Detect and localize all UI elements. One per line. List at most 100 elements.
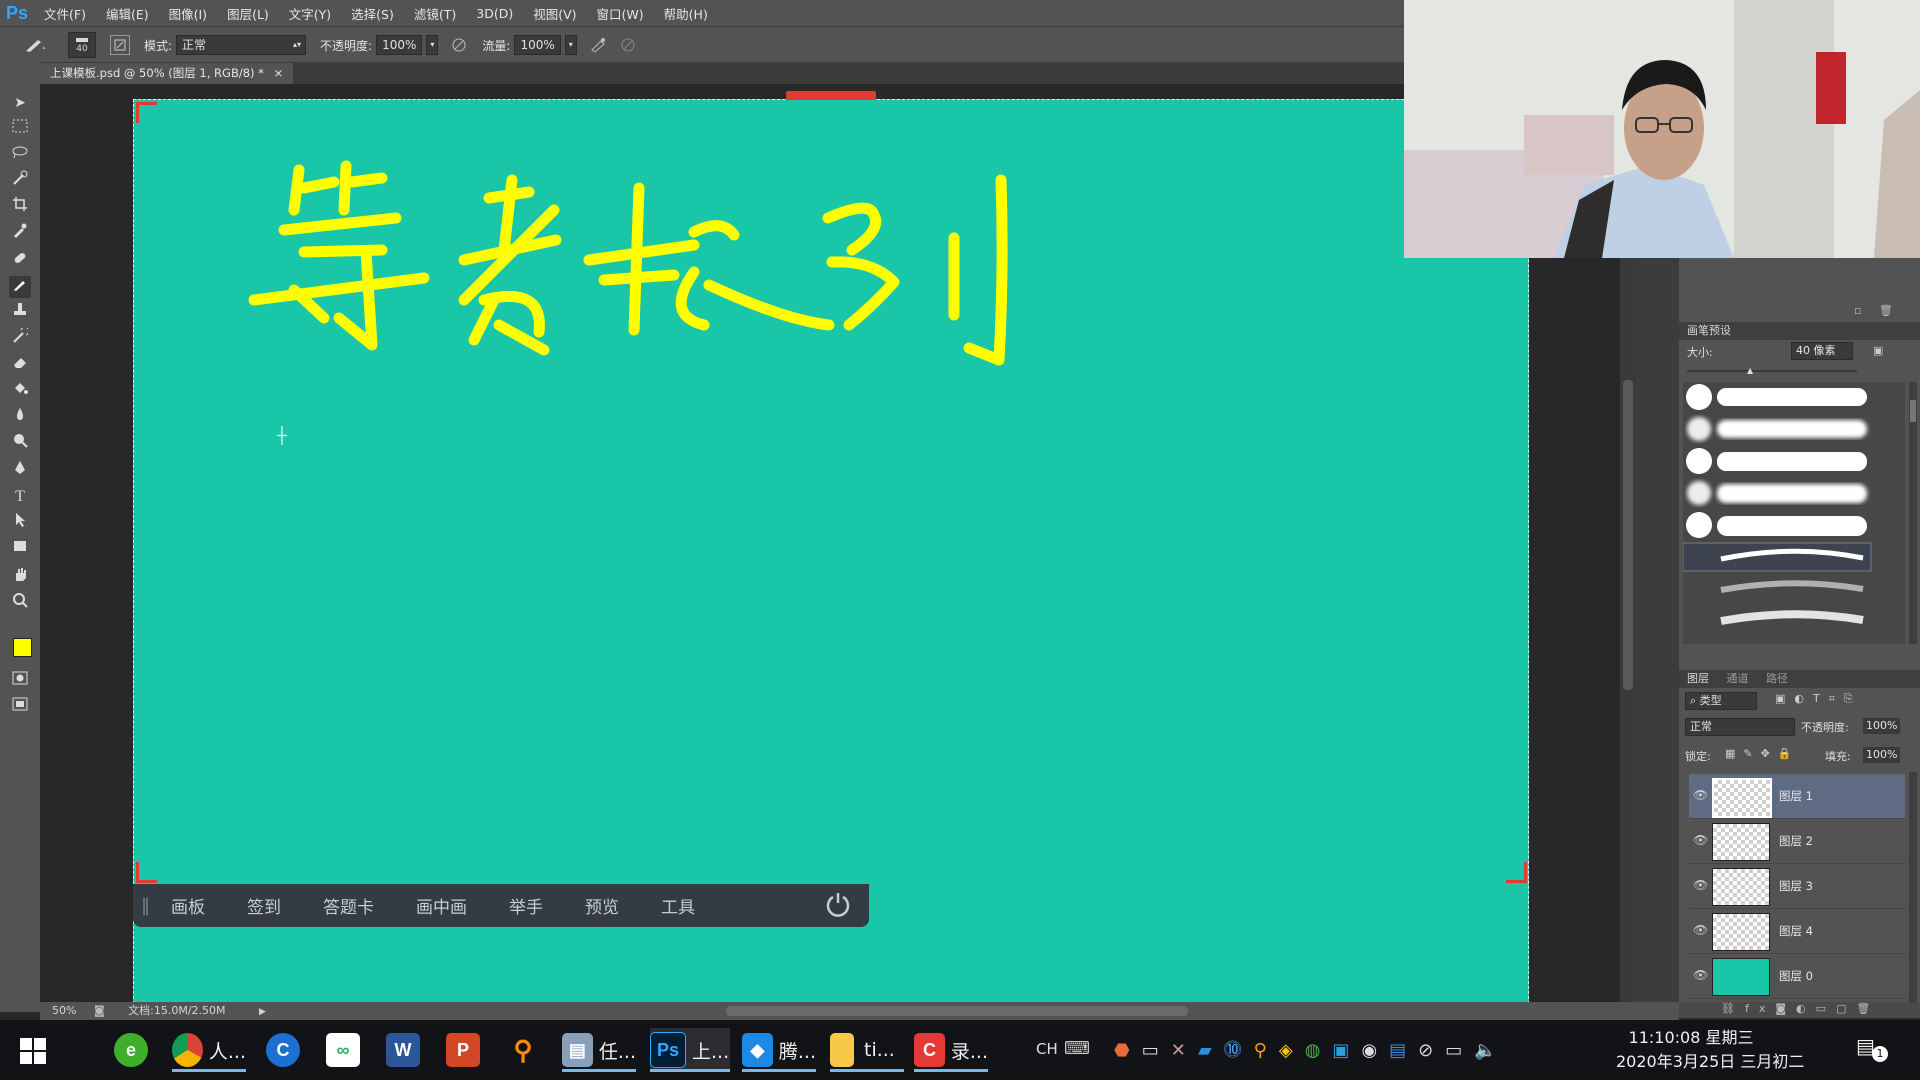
taskbar-app-folder[interactable]: ti... — [830, 1028, 904, 1072]
crop-tool-icon[interactable] — [9, 196, 31, 218]
clone-stamp-tool-icon[interactable] — [9, 302, 31, 324]
menu-filter[interactable]: 滤镜(T) — [404, 4, 466, 23]
brush-size-input[interactable]: 40 像素 — [1791, 342, 1853, 360]
tray-app-icon[interactable]: ◈ — [1279, 1040, 1305, 1061]
layer-blend-mode-select[interactable]: 正常 — [1685, 718, 1795, 736]
taskbar-app-task[interactable]: ▤ 任... — [562, 1028, 636, 1072]
new-preset-icon[interactable]: ▫ — [1854, 304, 1861, 317]
opacity-input[interactable]: 100% — [376, 35, 423, 55]
vertical-scroll-thumb[interactable] — [1623, 380, 1633, 690]
lesson-tool-preview[interactable]: 预览 — [585, 893, 619, 918]
zoom-level[interactable]: 50% — [52, 1004, 76, 1017]
move-tool-icon[interactable]: ➤ — [9, 92, 31, 114]
tab-paths[interactable]: 路径 — [1766, 672, 1788, 685]
quick-mask-icon[interactable] — [9, 670, 31, 692]
eraser-tool-icon[interactable] — [9, 354, 31, 376]
canvas-drag-handle[interactable] — [786, 91, 876, 100]
input-method-indicator[interactable]: CH — [1036, 1040, 1058, 1058]
paint-bucket-tool-icon[interactable] — [9, 380, 31, 402]
menu-3d[interactable]: 3D(D) — [466, 6, 523, 21]
trash-icon[interactable]: 🗑 — [1879, 304, 1893, 317]
layer-kind-filter[interactable]: ⌕ 类型 — [1685, 692, 1757, 710]
brush-size-picker[interactable]: 40 — [68, 32, 96, 58]
eye-icon[interactable]: 👁 — [1693, 788, 1708, 802]
layer-row[interactable]: 👁 图层 2 — [1689, 819, 1905, 864]
opacity-dropdown-icon[interactable]: ▾ — [426, 35, 439, 55]
pressure-size-icon[interactable] — [619, 36, 637, 54]
canvas[interactable]: ┼ — [133, 99, 1529, 1004]
brush-list-scrollbar[interactable] — [1909, 382, 1917, 644]
menu-help[interactable]: 帮助(H) — [654, 4, 718, 23]
screen-mode-icon[interactable] — [9, 696, 31, 718]
flow-dropdown-icon[interactable]: ▾ — [564, 35, 577, 55]
path-selection-tool-icon[interactable] — [9, 512, 31, 534]
history-brush-tool-icon[interactable] — [9, 326, 31, 350]
taskbar-app-2[interactable]: C — [266, 1028, 300, 1072]
taskbar-app-recorder[interactable]: C 录... — [914, 1028, 988, 1072]
tab-layers[interactable]: 图层 — [1687, 672, 1709, 685]
document-tab[interactable]: 上课模板.psd @ 50% (图层 1, RGB/8) * × — [40, 63, 294, 84]
taskbar-app-photoshop[interactable]: Ps 上... — [650, 1028, 730, 1072]
drag-grip-icon[interactable]: ‖ — [141, 895, 150, 916]
brush-panel-toggle-icon[interactable] — [110, 35, 130, 55]
taskbar-powerpoint[interactable]: P — [446, 1028, 480, 1072]
status-menu-arrow-icon[interactable]: ▶ — [259, 1007, 266, 1017]
eyedropper-tool-icon[interactable] — [9, 222, 31, 244]
tray-app-icon[interactable]: ⓾ — [1224, 1040, 1254, 1061]
tray-app-icon[interactable]: ◉ — [1361, 1040, 1389, 1061]
taskbar-app-tencent[interactable]: ◆ 腾... — [742, 1028, 816, 1072]
lasso-tool-icon[interactable] — [9, 144, 31, 166]
layer-row[interactable]: 👁 图层 1 — [1689, 774, 1905, 819]
flow-input[interactable]: 100% — [514, 35, 561, 55]
tray-app-icon[interactable]: ▰ — [1198, 1040, 1224, 1061]
brush-settings-icon[interactable]: ▣ — [1873, 344, 1891, 360]
taskbar-360-browser[interactable]: e — [114, 1028, 148, 1072]
lesson-tool-tools[interactable]: 工具 — [661, 893, 695, 918]
brush-tool-icon[interactable] — [9, 276, 31, 298]
healing-brush-tool-icon[interactable] — [9, 250, 31, 272]
tab-channels[interactable]: 通道 — [1727, 672, 1749, 685]
brush-preset-tab[interactable]: 画笔预设 — [1687, 324, 1731, 337]
hand-tool-icon[interactable] — [9, 566, 31, 588]
tray-search-icon[interactable]: ⚲ — [1254, 1040, 1279, 1061]
notification-icon[interactable]: ▤ 1 — [1856, 1034, 1888, 1064]
layer-row[interactable]: 👁 图层 3 — [1689, 864, 1905, 909]
taskbar-app-3[interactable]: ∞ — [326, 1028, 360, 1072]
foreground-color-swatch[interactable] — [13, 638, 32, 657]
layer-filter-icons[interactable]: ▣◐T⌗⎘ — [1775, 692, 1862, 706]
chrome-tray-icon[interactable]: ◍ — [1305, 1040, 1333, 1061]
pen-tool-icon[interactable] — [9, 460, 31, 482]
brush-size-slider[interactable]: ▲ — [1687, 366, 1857, 375]
layer-row[interactable]: 👁 图层 0 — [1689, 954, 1905, 999]
brush-list-scroll-thumb[interactable] — [1910, 400, 1916, 422]
power-icon[interactable] — [824, 890, 852, 921]
clock-date[interactable]: 2020年3月25日 三月初二 — [1616, 1048, 1804, 1072]
dodge-tool-icon[interactable] — [9, 432, 31, 454]
tray-app-icon[interactable]: ▤ — [1389, 1040, 1418, 1061]
volume-icon[interactable]: 🔈 — [1474, 1040, 1508, 1061]
windows-start-icon[interactable] — [20, 1038, 46, 1067]
layers-scrollbar[interactable] — [1909, 772, 1917, 1002]
eye-icon[interactable]: 👁 — [1693, 923, 1708, 937]
pressure-opacity-icon[interactable] — [450, 36, 468, 54]
menu-view[interactable]: 视图(V) — [523, 4, 586, 23]
marquee-tool-icon[interactable] — [9, 118, 31, 140]
layer-opacity-input[interactable]: 100% — [1863, 718, 1900, 734]
taskbar-word[interactable]: W — [386, 1028, 420, 1072]
tray-app-icon[interactable]: ▣ — [1332, 1040, 1361, 1061]
quick-select-tool-icon[interactable] — [9, 170, 31, 192]
display-icon[interactable]: ▭ — [1445, 1040, 1474, 1061]
lock-icons[interactable]: ▦✎✥🔒 — [1725, 747, 1800, 760]
brush-tool-icon[interactable] — [20, 36, 50, 54]
menu-image[interactable]: 图像(I) — [159, 4, 217, 23]
camera-icon[interactable]: ▭ — [1142, 1040, 1171, 1061]
layer-action-icons[interactable]: ⛓fx◙◐▭▢🗑 — [1721, 1002, 1880, 1015]
lesson-tool-answer-card[interactable]: 答题卡 — [323, 893, 374, 918]
tray-icons[interactable]: ⬣▭✕▰⓾⚲◈◍▣◉▤⊘▭🔈 — [1114, 1036, 1509, 1062]
keyboard-icon[interactable]: ⌨ — [1064, 1038, 1090, 1059]
airbrush-icon[interactable] — [589, 36, 607, 54]
menu-window[interactable]: 窗口(W) — [587, 4, 654, 23]
network-icon[interactable]: ⊘ — [1418, 1040, 1445, 1061]
eye-icon[interactable]: 👁 — [1693, 968, 1708, 982]
close-tab-icon[interactable]: × — [274, 66, 284, 80]
